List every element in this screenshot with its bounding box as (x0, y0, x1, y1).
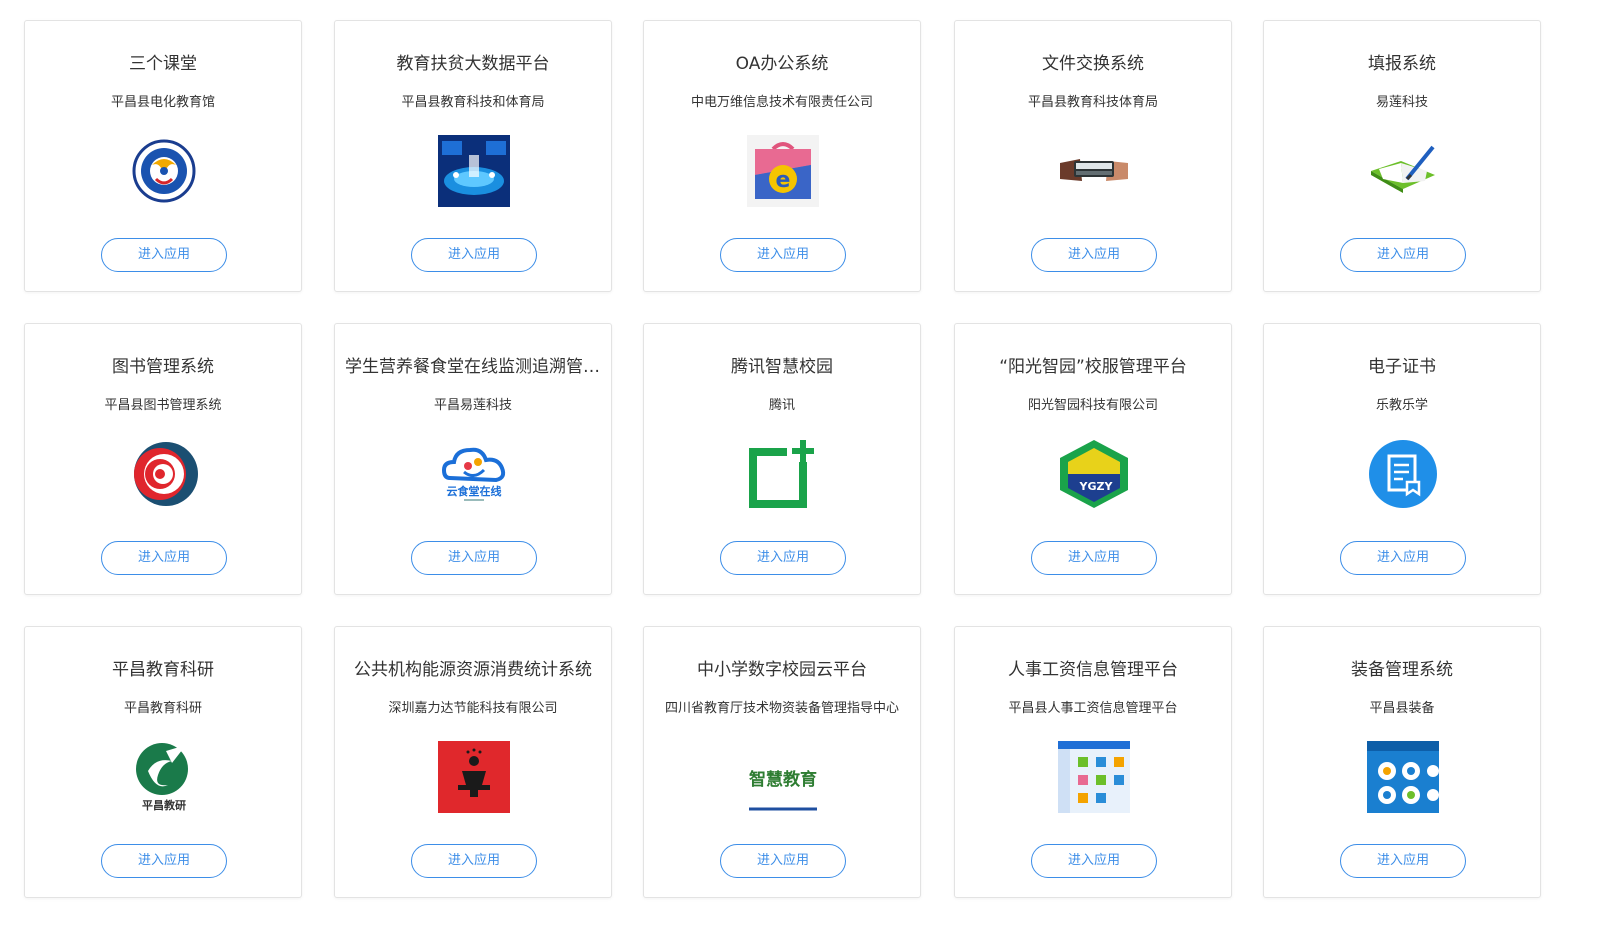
app-card: 电子证书 乐教乐学 进入应用 (1263, 323, 1541, 595)
enter-app-button[interactable]: 进入应用 (101, 541, 227, 575)
app-title: 填报系统 (1368, 54, 1436, 74)
app-title: “阳光智园”校服管理平台 (999, 357, 1187, 377)
app-card: 填报系统 易莲科技 进入应用 (1263, 20, 1541, 292)
enter-app-button[interactable]: 进入应用 (720, 238, 846, 272)
app-title: 平昌教育科研 (112, 660, 214, 680)
swirl-logo-icon (128, 438, 200, 510)
app-title: 学生营养餐食堂在线监测追溯管理系统 (345, 357, 601, 377)
hr-salary-screen-icon (1058, 741, 1130, 813)
app-card: 教育扶贫大数据平台 平昌县教育科技和体育局 进入应用 (334, 20, 612, 292)
briefcase-e-icon: e (747, 135, 819, 207)
app-title: 装备管理系统 (1351, 660, 1453, 680)
svg-text:e: e (776, 168, 791, 193)
enter-app-button[interactable]: 进入应用 (101, 238, 227, 272)
app-org: 中电万维信息技术有限责任公司 (690, 95, 873, 110)
app-card: 公共机构能源资源消费统计系统 深圳嘉力达节能科技有限公司 进入应用 (334, 626, 612, 898)
enter-app-button[interactable]: 进入应用 (1340, 541, 1466, 575)
cloud-canteen-logo-text: 云食堂在线 (447, 484, 502, 498)
enter-app-button[interactable]: 进入应用 (1340, 238, 1466, 272)
enter-app-button[interactable]: 进入应用 (101, 844, 227, 878)
enter-app-button[interactable]: 进入应用 (1031, 844, 1157, 878)
app-card: OA办公系统 中电万维信息技术有限责任公司 e 进入应用 (643, 20, 921, 292)
app-title: 文件交换系统 (1042, 54, 1144, 74)
enter-app-button[interactable]: 进入应用 (720, 844, 846, 878)
app-card: 图书管理系统 平昌县图书管理系统 进入应用 (24, 323, 302, 595)
app-org: 易莲科技 (1375, 95, 1428, 110)
app-title: 中小学数字校园云平台 (697, 660, 867, 680)
enter-app-button[interactable]: 进入应用 (1340, 844, 1466, 878)
certificate-icon (1367, 438, 1439, 510)
app-title: 人事工资信息管理平台 (1008, 660, 1178, 680)
app-org: 平昌县图书管理系统 (104, 398, 222, 413)
equipment-dashboard-icon (1367, 741, 1439, 813)
energy-stats-icon (438, 741, 510, 813)
enter-app-button[interactable]: 进入应用 (411, 844, 537, 878)
enter-app-button[interactable]: 进入应用 (720, 541, 846, 575)
enter-app-button[interactable]: 进入应用 (411, 541, 537, 575)
smart-education-icon: 智慧教育 (747, 741, 819, 813)
app-org: 四川省教育厅技术物资装备管理指导中心 (664, 701, 899, 716)
app-org: 平昌县人事工资信息管理平台 (1008, 701, 1178, 716)
edu-emblem-icon (128, 135, 200, 207)
app-org: 腾讯 (768, 398, 795, 413)
app-card: 中小学数字校园云平台 四川省教育厅技术物资装备管理指导中心 智慧教育 进入应用 (643, 626, 921, 898)
app-org: 平昌县教育科技体育局 (1027, 95, 1158, 110)
app-card: 人事工资信息管理平台 平昌县人事工资信息管理平台 进入应用 (954, 626, 1232, 898)
enter-app-button[interactable]: 进入应用 (411, 238, 537, 272)
app-card: 装备管理系统 平昌县装备 进入应用 (1263, 626, 1541, 898)
app-title: 三个课堂 (129, 54, 197, 74)
notebook-pen-icon (1367, 135, 1439, 207)
edu-research-logo-icon: 平昌教研 (128, 741, 200, 813)
app-org: 平昌教育科研 (123, 701, 202, 716)
enter-app-button[interactable]: 进入应用 (1031, 238, 1157, 272)
app-card: 文件交换系统 平昌县教育科技体育局 进入应用 (954, 20, 1232, 292)
app-org: 平昌易莲科技 (433, 398, 512, 413)
app-card: 三个课堂 平昌县电化教育馆 进入应用 (24, 20, 302, 292)
ygzy-logo-text: YGZY (1079, 480, 1114, 493)
app-card: 学生营养餐食堂在线监测追溯管理系统 平昌易莲科技 云食堂在线 进入应用 (334, 323, 612, 595)
app-title: 公共机构能源资源消费统计系统 (354, 660, 592, 680)
app-grid: 三个课堂 平昌县电化教育馆 进入应用 教育扶贫大数据平台 平昌县教育科技和体育局 (0, 0, 1606, 930)
edu-research-logo-text: 平昌教研 (142, 798, 186, 812)
app-org: 深圳嘉力达节能科技有限公司 (388, 701, 558, 716)
app-org: 阳光智园科技有限公司 (1027, 398, 1158, 413)
app-title: OA办公系统 (735, 54, 829, 74)
app-title: 腾讯智慧校园 (731, 357, 833, 377)
big-data-dashboard-icon (438, 135, 510, 207)
app-title: 电子证书 (1368, 357, 1436, 377)
document-handover-icon (1058, 135, 1130, 207)
app-org: 平昌县装备 (1369, 701, 1435, 716)
app-org: 乐教乐学 (1375, 398, 1428, 413)
app-card: 平昌教育科研 平昌教育科研 平昌教研 进入应用 (24, 626, 302, 898)
smart-education-logo-text: 智慧教育 (749, 769, 817, 790)
app-title: 图书管理系统 (112, 357, 214, 377)
app-card: “阳光智园”校服管理平台 阳光智园科技有限公司 YGZY 进入应用 (954, 323, 1232, 595)
cloud-canteen-icon: 云食堂在线 (438, 438, 510, 510)
app-card: 腾讯智慧校园 腾讯 进入应用 (643, 323, 921, 595)
app-title: 教育扶贫大数据平台 (396, 54, 550, 74)
app-org: 平昌县电化教育馆 (110, 95, 215, 110)
smart-campus-icon (747, 438, 819, 510)
enter-app-button[interactable]: 进入应用 (1031, 541, 1157, 575)
ygzy-logo-icon: YGZY (1058, 438, 1130, 510)
app-org: 平昌县教育科技和体育局 (401, 95, 545, 110)
